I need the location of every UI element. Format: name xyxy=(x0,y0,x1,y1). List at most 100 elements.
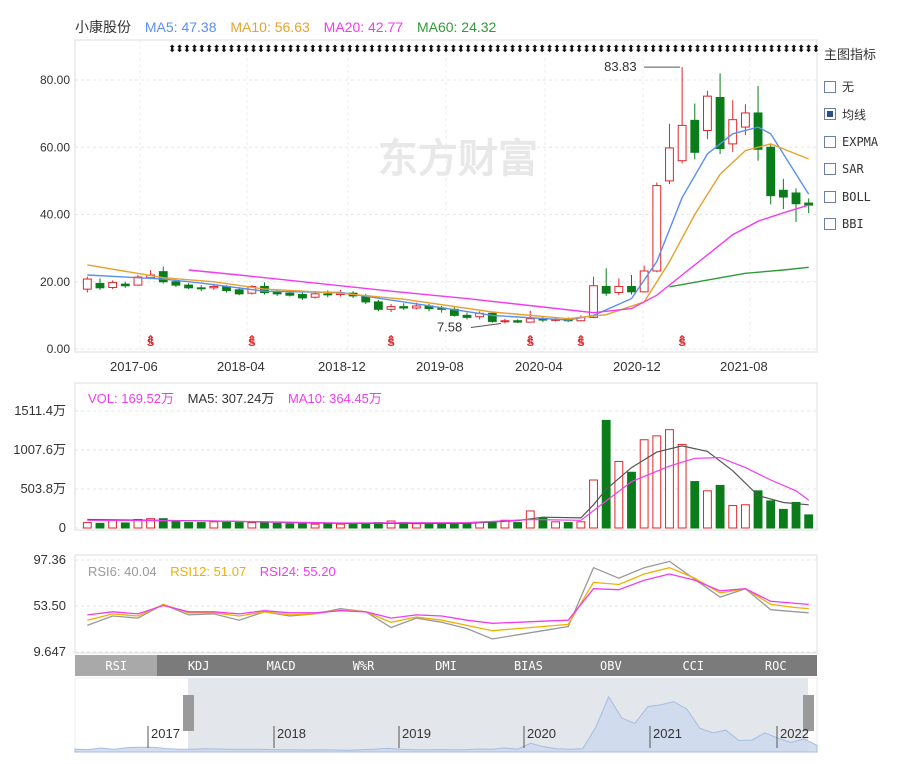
volume-bar xyxy=(740,504,750,529)
tab-rsi[interactable]: RSI xyxy=(75,655,158,676)
candle-body xyxy=(753,112,763,150)
dividend-mark-s: S xyxy=(387,337,394,349)
dividend-mark-s: S xyxy=(678,337,685,349)
volume-legend: VOL: 169.52万 MA5: 307.24万 MA10: 364.45万 xyxy=(88,388,392,407)
indicator-option-label: 无 xyxy=(842,80,855,95)
candle-body xyxy=(601,285,611,294)
volume-bar xyxy=(171,520,181,529)
ma10-legend: MA10: 56.63 xyxy=(230,19,310,35)
candle-body xyxy=(108,281,118,288)
tab-cci[interactable]: CCI xyxy=(652,655,734,676)
indicator-option-label: 均线 xyxy=(842,107,867,122)
candle-body xyxy=(500,320,510,323)
dividend-mark-s: S xyxy=(527,337,534,349)
volume-bar xyxy=(791,501,801,529)
volume-bar xyxy=(715,484,725,529)
main-y-tick: 40.00 xyxy=(40,208,70,222)
volume-bar xyxy=(462,523,472,529)
volume-bar xyxy=(209,521,219,529)
dividend-mark-s: S xyxy=(248,337,255,349)
stock-chart-page: 80.00 60.00 40.00 20.00 0.00 2017-06 2018-04 20… xyxy=(0,0,904,759)
main-x-tick: 2017-06 xyxy=(110,359,158,374)
candle-body xyxy=(690,119,700,153)
candle-body xyxy=(411,305,421,309)
dividend-mark-s: S xyxy=(147,337,154,349)
indicator-checkbox[interactable] xyxy=(824,218,836,231)
volume-bar xyxy=(563,522,573,529)
candle-body xyxy=(285,292,295,296)
tab-obv[interactable]: OBV xyxy=(570,655,652,676)
candle-body xyxy=(652,185,662,272)
volume-bar xyxy=(260,522,269,529)
volume-bar xyxy=(665,429,674,529)
tab-wr[interactable]: W%R xyxy=(322,655,404,676)
annotation-line xyxy=(470,323,502,329)
volume-bar xyxy=(336,523,345,529)
indicator-panel: 主图指标 无均线 EXPMA SAR BOLL BBI xyxy=(824,44,904,238)
rsi12-legend: RSI12: 51.07 xyxy=(170,564,247,579)
indicator-option-label: BOLL xyxy=(842,189,871,204)
indicator-checkbox[interactable] xyxy=(824,190,836,203)
volume-y-tick: 0 xyxy=(59,520,66,535)
volume-bar xyxy=(234,522,244,529)
volume-bar xyxy=(184,522,193,529)
candle-body xyxy=(120,283,130,287)
volume-bar xyxy=(576,521,586,529)
dividend-mark-s: S xyxy=(577,337,584,349)
indicator-checkbox[interactable] xyxy=(824,80,836,93)
candle-body xyxy=(804,202,814,206)
volume-bar xyxy=(513,522,523,529)
volume-bar xyxy=(348,524,358,529)
ma-line-ma60 xyxy=(669,266,809,288)
navigator-year-label: 2022 xyxy=(780,726,809,741)
indicator-option-5[interactable]: BBI xyxy=(824,211,904,239)
navigator-year-label: 2021 xyxy=(653,726,682,741)
volume-bar xyxy=(361,523,371,529)
tab-bias[interactable]: BIAS xyxy=(487,655,569,676)
volume-bar xyxy=(108,519,118,529)
vol-legend: VOL: 169.52万 xyxy=(88,391,174,406)
main-x-tick: 2019-08 xyxy=(416,359,464,374)
main-x-tick: 2018-12 xyxy=(318,359,366,374)
candle-body xyxy=(209,285,219,289)
indicator-option-4[interactable]: BOLL xyxy=(824,183,904,211)
main-x-tick: 2020-04 xyxy=(515,359,563,374)
candle-body xyxy=(677,124,687,162)
candle-body xyxy=(310,293,320,298)
tab-kdj[interactable]: KDJ xyxy=(157,655,239,676)
indicator-option-3[interactable]: SAR xyxy=(824,156,904,184)
volume-bar xyxy=(411,523,421,529)
tab-macd[interactable]: MACD xyxy=(240,655,322,676)
indicator-checkbox[interactable] xyxy=(824,163,836,176)
candle-body xyxy=(791,192,801,205)
indicator-checkbox[interactable] xyxy=(824,108,836,121)
indicator-option-label: EXPMA xyxy=(842,134,879,149)
volume-bar xyxy=(551,521,560,529)
main-y-tick: 60.00 xyxy=(40,140,70,154)
main-x-tick: 2018-04 xyxy=(217,359,265,374)
volume-y-tick: 503.8万 xyxy=(20,481,66,496)
volume-bar xyxy=(437,522,447,529)
candle-body xyxy=(95,282,105,289)
annotation-label: 7.58 xyxy=(437,320,462,335)
candle-body xyxy=(272,292,282,295)
navigator-year-label: 2018 xyxy=(277,726,306,741)
volume-bar xyxy=(652,435,662,529)
rsi6-legend: RSI6: 40.04 xyxy=(88,564,157,579)
main-y-tick: 80.00 xyxy=(40,73,70,87)
indicator-checkbox[interactable] xyxy=(824,135,836,148)
indicator-option-label: BBI xyxy=(842,217,864,232)
main-y-tick: 0.00 xyxy=(47,342,71,356)
volume-ma5-line xyxy=(87,445,809,524)
volume-bar xyxy=(298,523,307,529)
main-legend: 小康股份 MA5: 47.38 MA10: 56.63 MA20: 42.77 … xyxy=(75,17,506,37)
tab-dmi[interactable]: DMI xyxy=(405,655,487,676)
navigator-handle-left xyxy=(183,695,194,731)
volume-bar xyxy=(804,514,814,529)
indicator-option-2[interactable]: EXPMA xyxy=(824,128,904,156)
volume-bar xyxy=(778,508,788,529)
tab-roc[interactable]: ROC xyxy=(735,655,817,676)
indicator-option-0[interactable]: 无 xyxy=(824,73,904,101)
indicator-option-1[interactable]: 均线 xyxy=(824,101,904,129)
candle-body xyxy=(323,293,333,296)
